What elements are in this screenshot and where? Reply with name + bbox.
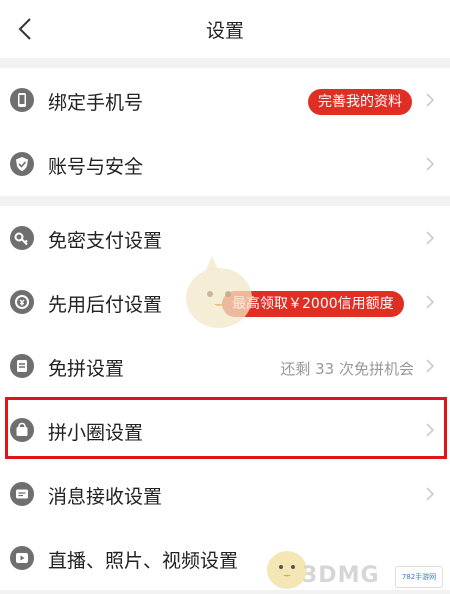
shield-icon — [10, 152, 34, 176]
chevron-right-icon — [426, 93, 435, 107]
row-label: 账号与安全 — [48, 156, 144, 178]
row-label: 先用后付设置 — [48, 294, 163, 316]
row-label: 免密支付设置 — [48, 230, 163, 252]
mascot-watermark — [186, 256, 252, 328]
row-label: 免拼设置 — [48, 358, 125, 380]
row-label: 直播、照片、视频设置 — [48, 550, 239, 572]
row-message-settings[interactable]: 消息接收设置 — [0, 462, 450, 526]
row-label: 消息接收设置 — [48, 486, 163, 508]
row-account-security[interactable]: 账号与安全 — [0, 132, 450, 196]
phone-icon — [10, 88, 34, 112]
chevron-right-icon — [426, 487, 435, 501]
row-free-group[interactable]: 免拼设置 还剩 33 次免拼机会 — [0, 334, 450, 398]
watermark-logo: 782手游网 — [395, 566, 443, 588]
chevron-right-icon — [426, 295, 435, 309]
complete-profile-badge[interactable]: 完善我的资料 — [308, 89, 412, 115]
watermark-text: 3DMG — [302, 563, 380, 588]
top-bar: 设置 — [0, 0, 450, 58]
settings-group-account: 绑定手机号 完善我的资料 账号与安全 — [0, 68, 450, 196]
key-icon — [10, 226, 34, 250]
free-group-remaining-text: 还剩 33 次免拼机会 — [280, 360, 414, 378]
pay-later-icon — [10, 290, 34, 314]
chevron-right-icon — [426, 231, 435, 245]
page-title: 设置 — [205, 20, 244, 42]
chevron-right-icon — [426, 359, 435, 373]
free-group-icon — [10, 354, 34, 378]
row-live-photo-video[interactable]: 直播、照片、视频设置 — [0, 526, 450, 590]
play-icon — [10, 546, 34, 570]
row-label: 绑定手机号 — [48, 92, 144, 114]
highlight-box — [5, 397, 447, 459]
message-icon — [10, 482, 34, 506]
row-bind-phone[interactable]: 绑定手机号 完善我的资料 — [0, 68, 450, 132]
chevron-right-icon — [426, 157, 435, 171]
